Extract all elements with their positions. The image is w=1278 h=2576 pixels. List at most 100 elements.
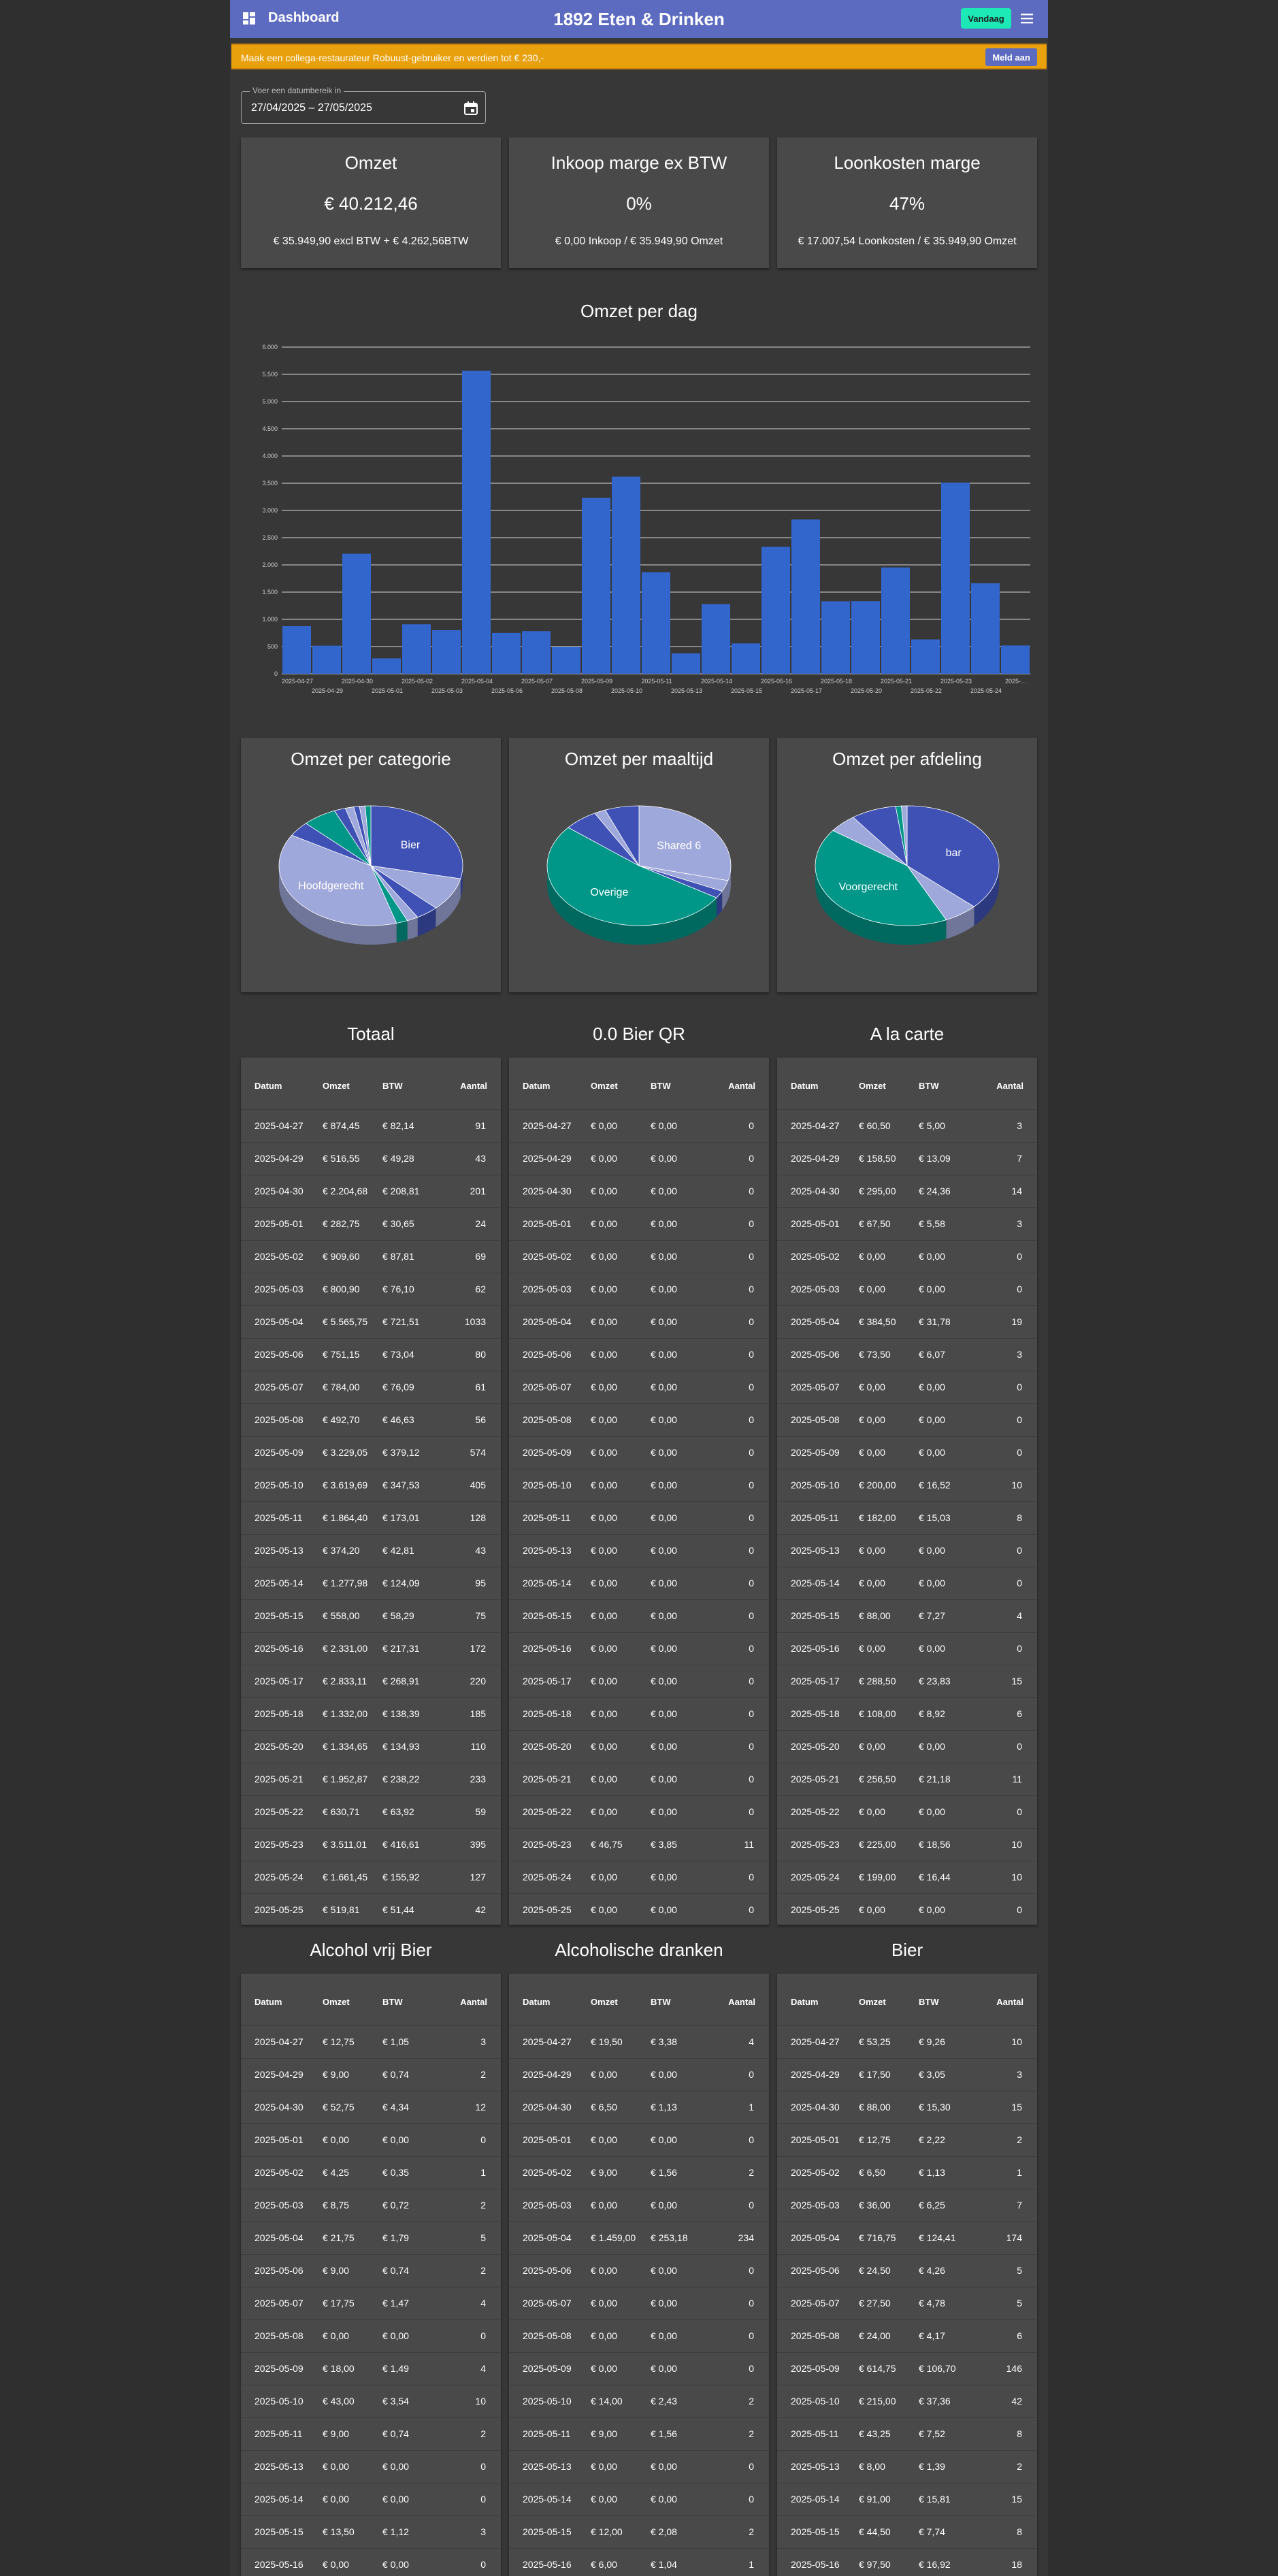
promo-signup-button[interactable]: Meld aan — [985, 48, 1037, 66]
pie-chart-maaltijd: Shared 6 Overige — [546, 805, 732, 945]
table-cell: 1 — [979, 2155, 1037, 2189]
table-cell: 2025-05-08 — [241, 1403, 323, 1436]
bar[interactable] — [1001, 645, 1030, 674]
table-row: 2025-05-22 € 630,71 € 63,92 59 — [241, 1795, 501, 1828]
column-header[interactable]: Aantal — [979, 1974, 1037, 2025]
table-cell: € 1.864,40 — [323, 1501, 382, 1534]
bar[interactable] — [732, 643, 760, 674]
table-cell: € 200,00 — [859, 1468, 919, 1501]
column-header[interactable]: Omzet — [591, 1974, 651, 2025]
table-cell: 2025-05-04 — [777, 2221, 859, 2254]
table-row: 2025-05-07 € 784,00 € 76,09 61 — [241, 1370, 501, 1403]
table-cell: 15 — [979, 2482, 1037, 2515]
table-cell: € 288,50 — [859, 1664, 919, 1697]
data-table: Datum Omzet BTW Aantal 2025-04-27 € 0,00 € 0,0… — [509, 1058, 769, 1926]
column-header[interactable]: BTW — [651, 1974, 710, 2025]
bar[interactable] — [851, 601, 880, 674]
pie-slice-label: Shared 6 — [657, 840, 701, 851]
column-header[interactable]: BTW — [919, 1974, 979, 2025]
table-cell: € 9,00 — [591, 2155, 651, 2189]
column-header[interactable]: Aantal — [442, 1058, 501, 1109]
bar[interactable] — [462, 370, 491, 674]
table-row: 2025-05-15 € 558,00 € 58,29 75 — [241, 1599, 501, 1632]
table-cell: € 17,50 — [859, 2057, 919, 2091]
column-header[interactable]: Datum — [241, 1974, 323, 2025]
table-cell: € 3,05 — [919, 2057, 979, 2091]
table-cell: 2 — [442, 2253, 501, 2287]
table-cell: 19 — [979, 1305, 1037, 1338]
bar[interactable] — [941, 483, 970, 674]
bar[interactable] — [821, 601, 850, 674]
column-header[interactable]: Omzet — [591, 1058, 651, 1109]
table-cell: € 238,22 — [382, 1762, 442, 1795]
bar[interactable] — [971, 583, 1000, 674]
column-header[interactable]: Omzet — [323, 1974, 382, 2025]
column-header[interactable]: Datum — [509, 1058, 591, 1109]
table-cell: € 0,00 — [591, 2123, 651, 2156]
bar[interactable] — [342, 553, 371, 674]
table-cell: € 1.661,45 — [323, 1860, 382, 1893]
table-cell: 0 — [979, 1370, 1037, 1403]
table-cell: 2025-05-06 — [241, 2253, 323, 2287]
bar[interactable] — [761, 547, 790, 674]
table-cell: 2025-05-07 — [509, 2286, 591, 2319]
calendar-icon[interactable] — [463, 101, 478, 116]
x-tick-label: 2025-… — [1005, 678, 1027, 685]
column-header[interactable]: BTW — [382, 1058, 442, 1109]
hamburger-menu-icon[interactable] — [1019, 12, 1034, 25]
table-row: 2025-05-02 € 6,50 € 1,13 1 — [777, 2155, 1037, 2189]
bar[interactable] — [552, 647, 580, 674]
bar[interactable] — [492, 632, 521, 674]
table-header-row: Datum Omzet BTW Aantal — [509, 1974, 769, 2025]
column-header[interactable]: Datum — [509, 1974, 591, 2025]
table-row: 2025-05-03 € 0,00 € 0,00 0 — [777, 1272, 1037, 1305]
column-header[interactable]: BTW — [919, 1058, 979, 1109]
dashboard-icon[interactable] — [242, 12, 256, 25]
column-header[interactable]: Omzet — [859, 1974, 919, 2025]
bar[interactable] — [372, 658, 401, 674]
bar[interactable] — [642, 572, 670, 674]
column-header[interactable]: Aantal — [442, 1974, 501, 2025]
bar[interactable] — [911, 639, 940, 674]
table-cell: 75 — [442, 1599, 501, 1632]
table-cell: € 0,74 — [382, 2253, 442, 2287]
table-cell: € 0,00 — [591, 1141, 651, 1175]
column-header[interactable]: Omzet — [323, 1058, 382, 1109]
column-header[interactable]: BTW — [651, 1058, 710, 1109]
bar[interactable] — [881, 567, 910, 674]
table-cell: € 0,00 — [651, 2286, 710, 2319]
table-cell: € 347,53 — [382, 1468, 442, 1501]
bar[interactable] — [312, 645, 341, 674]
table-row: 2025-05-03 € 36,00 € 6,25 7 — [777, 2188, 1037, 2221]
column-header[interactable]: Aantal — [979, 1058, 1037, 1109]
table-header-row: Datum Omzet BTW Aantal — [241, 1058, 501, 1109]
bar[interactable] — [791, 519, 820, 674]
date-range-value[interactable]: 27/04/2025 – 27/05/2025 — [251, 102, 372, 114]
table-cell: € 108,00 — [859, 1697, 919, 1730]
table-cell: 110 — [442, 1729, 501, 1763]
table-cell: € 9,00 — [323, 2253, 382, 2287]
table-cell: € 0,00 — [651, 2351, 710, 2385]
column-header[interactable]: Aantal — [710, 1058, 769, 1109]
column-header[interactable]: Datum — [777, 1974, 859, 2025]
date-range-field[interactable]: Voer een datumbereik in 27/04/2025 – 27/… — [241, 86, 486, 124]
bar[interactable] — [522, 631, 551, 674]
table-cell: 0 — [710, 1762, 769, 1795]
bar[interactable] — [702, 604, 730, 674]
dashboard-link[interactable]: Dashboard — [268, 10, 339, 26]
column-header[interactable]: Datum — [241, 1058, 323, 1109]
column-header[interactable]: Omzet — [859, 1058, 919, 1109]
today-button[interactable]: Vandaag — [961, 8, 1011, 29]
column-header[interactable]: Datum — [777, 1058, 859, 1109]
bar[interactable] — [282, 626, 311, 674]
table-cell: € 0,00 — [651, 1664, 710, 1697]
bar[interactable] — [672, 653, 700, 674]
bar[interactable] — [612, 476, 640, 674]
column-header[interactable]: Aantal — [710, 1974, 769, 2025]
bar[interactable] — [432, 630, 461, 674]
table-cell: € 60,50 — [859, 1109, 919, 1142]
column-header[interactable]: BTW — [382, 1974, 442, 2025]
table-cell: € 0,00 — [651, 2253, 710, 2287]
bar[interactable] — [582, 498, 610, 674]
bar[interactable] — [402, 624, 431, 674]
